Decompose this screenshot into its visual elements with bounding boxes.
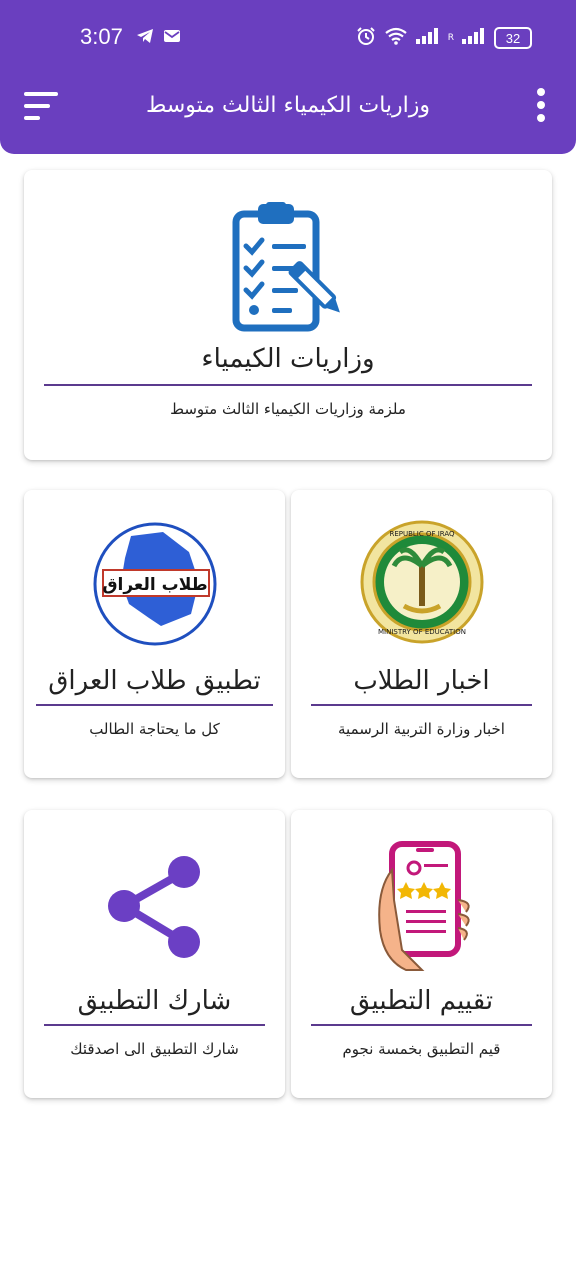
iraq-students-logo: طلاب العراق — [93, 522, 216, 646]
phone-rating-icon — [377, 841, 470, 971]
seal-text-bottom: MINISTRY OF EDUCATION — [378, 628, 466, 636]
telegram-icon — [136, 28, 154, 48]
signal-icon — [415, 28, 440, 48]
divider — [44, 384, 532, 386]
share-icon — [107, 856, 200, 958]
signal-icon-2 — [462, 28, 486, 48]
card-rate-app[interactable]: تقييم التطبيق قيم التطبيق بخمسة نجوم — [291, 810, 552, 1098]
logo-text: طلاب العراق — [102, 575, 207, 595]
app-title: وزاريات الكيمياء الثالث متوسط — [145, 93, 431, 118]
alarm-icon — [356, 26, 376, 50]
card-iraq-students-app[interactable]: طلاب العراق تطبيق طلاب العراق كل ما يحتا… — [24, 490, 285, 778]
clipboard-checklist-icon — [232, 202, 340, 332]
roaming-label: R — [447, 33, 454, 43]
card-title: تطبيق طلاب العراق — [48, 666, 261, 696]
ministry-of-education-seal: REPUBLIC OF IRAQ MINISTRY OF EDUCATION — [360, 520, 483, 644]
card-student-news[interactable]: REPUBLIC OF IRAQ MINISTRY OF EDUCATION ا… — [291, 490, 552, 778]
card-subtitle: كل ما يحتاجة الطالب — [89, 720, 220, 738]
card-chemistry-exams[interactable]: وزاريات الكيمياء ملزمة وزاريات الكيمياء … — [24, 170, 552, 460]
divider — [36, 704, 273, 706]
card-subtitle: ملزمة وزاريات الكيمياء الثالث متوسط — [170, 400, 406, 418]
card-title: تقييم التطبيق — [349, 986, 494, 1016]
more-vert-icon — [537, 88, 545, 122]
wifi-icon — [384, 27, 408, 49]
card-subtitle: اخبار وزارة التربية الرسمية — [338, 720, 505, 738]
card-title: وزاريات الكيمياء — [201, 344, 375, 374]
status-bar: 3:07 R 32 — [0, 0, 576, 78]
status-time: 3:07 — [80, 24, 123, 49]
battery-indicator: 32 — [494, 27, 532, 49]
divider — [311, 704, 532, 706]
more-options-button[interactable] — [534, 88, 548, 122]
hamburger-sort-icon — [24, 92, 58, 120]
divider — [311, 1024, 532, 1026]
card-subtitle: قيم التطبيق بخمسة نجوم — [342, 1040, 501, 1058]
mail-icon — [164, 28, 180, 48]
menu-button[interactable] — [24, 92, 60, 120]
seal-text-top: REPUBLIC OF IRAQ — [389, 530, 455, 538]
app-bar: 3:07 R 32 وزاريات الكيمياء الثالث متوسط — [0, 0, 576, 154]
card-title: اخبار الطلاب — [353, 666, 490, 696]
card-subtitle: شارك التطبيق الى اصدقئك — [70, 1040, 239, 1058]
divider — [44, 1024, 265, 1026]
card-title: شارك التطبيق — [77, 986, 232, 1016]
card-share-app[interactable]: شارك التطبيق شارك التطبيق الى اصدقئك — [24, 810, 285, 1098]
